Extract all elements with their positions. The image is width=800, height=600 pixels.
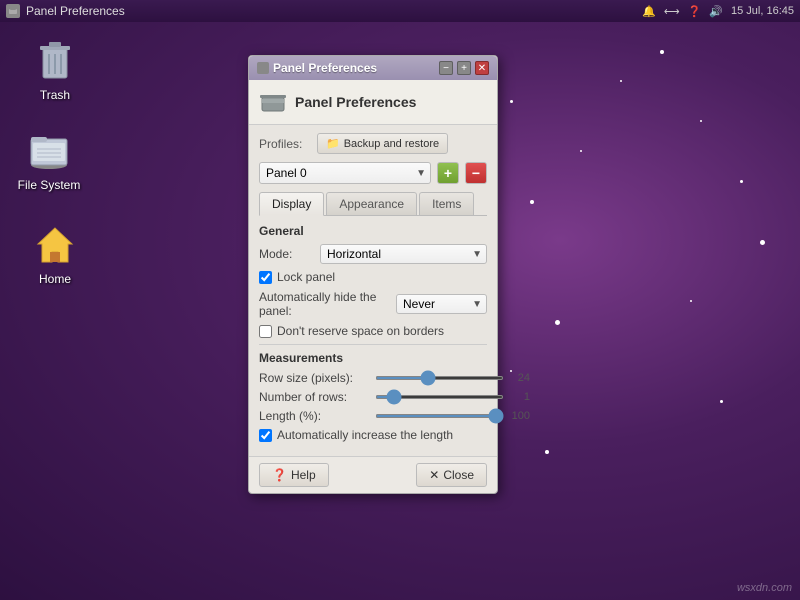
desktop: Panel Preferences 🔔 ⟷ ❓ 🔊 15 Jul, 16:45 — [0, 0, 800, 600]
desktop-icon-trash[interactable]: Trash — [20, 36, 90, 102]
trash-icon — [31, 36, 79, 84]
lock-panel-label[interactable]: Lock panel — [277, 270, 335, 284]
length-value: 100 — [510, 410, 530, 422]
auto-length-row: Automatically increase the length — [259, 428, 487, 442]
auto-hide-label: Automatically hide the panel: — [259, 290, 390, 318]
reserve-space-label[interactable]: Don't reserve space on borders — [277, 324, 444, 338]
num-rows-slider[interactable] — [375, 395, 504, 399]
star-decor — [720, 400, 723, 403]
backup-restore-button[interactable]: 📁 Backup and restore — [317, 133, 448, 154]
maximize-button[interactable]: + — [457, 61, 471, 75]
filesystem-label: File System — [18, 178, 81, 192]
auto-hide-select[interactable]: Never Always On demand — [396, 294, 487, 314]
mode-row: Mode: Horizontal Vertical ▼ — [259, 244, 487, 264]
mode-select-wrapper: Horizontal Vertical ▼ — [320, 244, 487, 264]
home-label: Home — [39, 272, 71, 286]
taskbar-volume-icon: 🔊 — [709, 5, 723, 18]
measurements-section-title: Measurements — [259, 351, 487, 365]
panel-preferences-dialog: Panel Preferences − + ✕ Panel Preference… — [248, 55, 498, 494]
row-size-row: Row size (pixels): 24 — [259, 371, 487, 385]
taskbar-time: 15 Jul, 16:45 — [731, 5, 794, 17]
taskbar-title: Panel Preferences — [26, 4, 125, 18]
dialog-header-title: Panel Preferences — [295, 94, 416, 110]
tabs: Display Appearance Items — [259, 192, 487, 216]
reserve-space-row: Don't reserve space on borders — [259, 324, 487, 338]
dialog-menu-button[interactable] — [257, 62, 269, 74]
star-decor — [740, 180, 743, 183]
taskbar-notification-icon: 🔔 — [642, 5, 656, 18]
num-rows-value: 1 — [510, 391, 530, 403]
star-decor — [580, 150, 582, 152]
add-panel-button[interactable]: + — [437, 162, 459, 184]
dialog-footer: ❓ Help ✕ Close — [249, 456, 497, 493]
taskbar-app-icon — [6, 4, 20, 18]
taskbar-left: Panel Preferences — [6, 4, 125, 18]
star-decor — [510, 100, 513, 103]
close-button[interactable]: ✕ — [475, 61, 489, 75]
lock-panel-row: Lock panel — [259, 270, 487, 284]
general-section-title: General — [259, 224, 487, 238]
close-dialog-button[interactable]: ✕ Close — [416, 463, 487, 487]
length-slider[interactable] — [375, 414, 504, 418]
trash-label: Trash — [40, 88, 70, 102]
backup-icon: 📁 — [326, 137, 340, 150]
taskbar-network-icon: ⟷ — [664, 5, 680, 18]
length-row: Length (%): 100 — [259, 409, 487, 423]
panel-selector-row: Panel 0 ▼ + − — [259, 162, 487, 184]
mode-select[interactable]: Horizontal Vertical — [320, 244, 487, 264]
star-decor — [555, 320, 560, 325]
help-button[interactable]: ❓ Help — [259, 463, 329, 487]
star-decor — [700, 120, 702, 122]
dialog-titlebar[interactable]: Panel Preferences − + ✕ — [249, 56, 497, 80]
section-divider — [259, 344, 487, 345]
filesystem-icon — [25, 126, 73, 174]
star-decor — [690, 300, 692, 302]
dialog-header-icon — [259, 88, 287, 116]
tab-appearance[interactable]: Appearance — [326, 192, 417, 215]
length-label: Length (%): — [259, 409, 369, 423]
auto-hide-row: Automatically hide the panel: Never Alwa… — [259, 290, 487, 318]
profiles-label: Profiles: — [259, 137, 309, 151]
panel-select-wrapper: Panel 0 ▼ — [259, 162, 431, 184]
tab-items[interactable]: Items — [419, 192, 474, 215]
dialog-body: Profiles: 📁 Backup and restore Panel 0 ▼… — [249, 125, 497, 456]
profiles-row: Profiles: 📁 Backup and restore — [259, 133, 487, 154]
lock-panel-checkbox[interactable] — [259, 271, 272, 284]
num-rows-row: Number of rows: 1 — [259, 390, 487, 404]
dialog-title-left: Panel Preferences — [257, 61, 377, 75]
star-decor — [530, 200, 534, 204]
desktop-icon-filesystem[interactable]: File System — [14, 126, 84, 192]
desktop-icon-home[interactable]: Home — [20, 220, 90, 286]
taskbar: Panel Preferences 🔔 ⟷ ❓ 🔊 15 Jul, 16:45 — [0, 0, 800, 22]
row-size-label: Row size (pixels): — [259, 371, 369, 385]
taskbar-right: 🔔 ⟷ ❓ 🔊 15 Jul, 16:45 — [642, 5, 794, 18]
tab-display[interactable]: Display — [259, 192, 324, 216]
reserve-space-checkbox[interactable] — [259, 325, 272, 338]
row-size-value: 24 — [510, 372, 530, 384]
star-decor — [620, 80, 622, 82]
minimize-button[interactable]: − — [439, 61, 453, 75]
star-decor — [760, 240, 765, 245]
remove-panel-button[interactable]: − — [465, 162, 487, 184]
mode-label: Mode: — [259, 247, 314, 261]
star-decor — [660, 50, 664, 54]
home-icon — [31, 220, 79, 268]
star-decor — [545, 450, 549, 454]
dialog-controls: − + ✕ — [439, 61, 489, 75]
dialog-title-text: Panel Preferences — [273, 61, 377, 75]
row-size-slider[interactable] — [375, 376, 504, 380]
auto-hide-select-wrapper: Never Always On demand ▼ — [396, 294, 487, 314]
auto-length-label[interactable]: Automatically increase the length — [277, 428, 453, 442]
watermark: wsxdn.com — [737, 582, 792, 594]
taskbar-help-icon: ❓ — [688, 5, 702, 18]
panel-select[interactable]: Panel 0 — [259, 162, 431, 184]
close-x-icon: ✕ — [429, 468, 439, 482]
help-icon: ❓ — [272, 468, 287, 482]
num-rows-label: Number of rows: — [259, 390, 369, 404]
dialog-header: Panel Preferences — [249, 80, 497, 125]
auto-length-checkbox[interactable] — [259, 429, 272, 442]
